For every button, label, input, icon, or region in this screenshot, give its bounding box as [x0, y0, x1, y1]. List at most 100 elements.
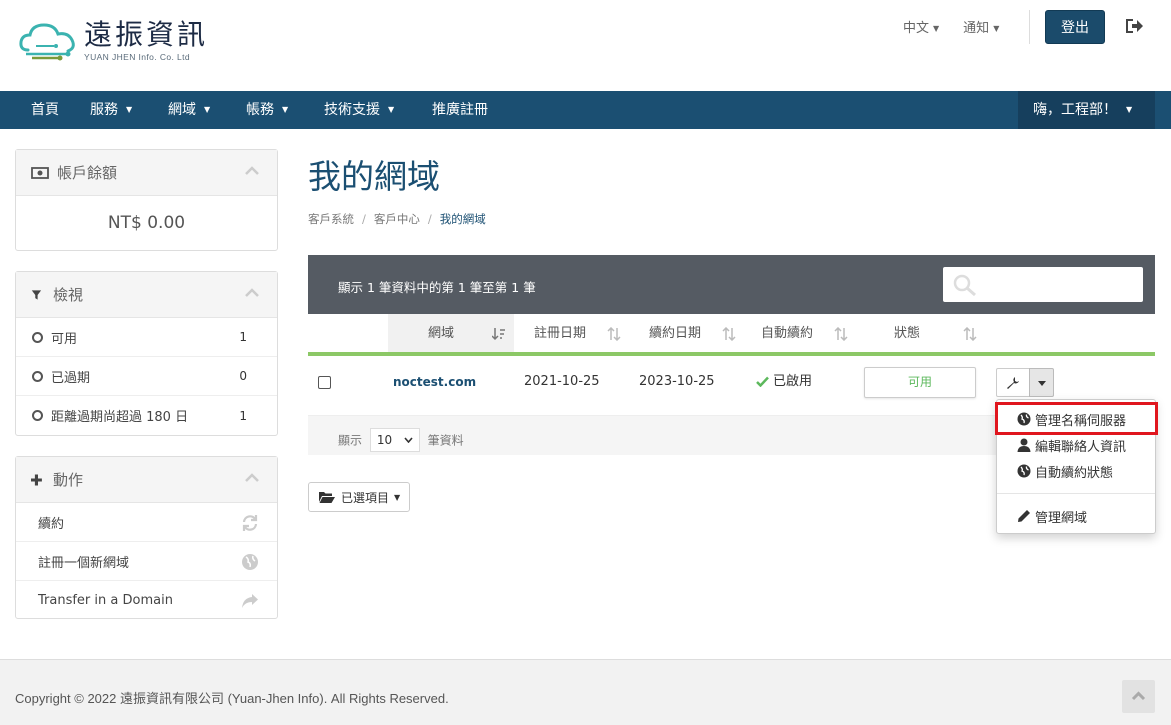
logout-button[interactable]: 登出 — [1045, 10, 1105, 44]
nav-home[interactable]: 首頁 — [31, 91, 59, 129]
nav-domains[interactable]: 網域 ▼ — [168, 91, 210, 129]
sort-icon — [722, 327, 736, 341]
action-label: 註冊一個新網域 — [38, 555, 130, 571]
caret-down-icon: ▼ — [1126, 105, 1133, 114]
nav-affiliates-label: 推廣註冊 — [432, 102, 488, 118]
reg-date-cell: 2021-10-25 — [524, 374, 600, 389]
globe-icon — [242, 554, 258, 570]
globe-icon — [1017, 464, 1031, 478]
menu-item-label: 編輯聯絡人資訊 — [1035, 439, 1127, 455]
nav-services[interactable]: 服務 ▼ — [90, 91, 132, 129]
site-header: 遠振資訊 YUAN JHEN Info. Co. Ltd 中文 ▼ 通知 ▼ 登出 — [0, 0, 1171, 91]
table-info: 顯示 1 筆資料中的第 1 筆至第 1 筆 — [338, 280, 536, 295]
selected-items-button[interactable]: 已選項目 ▼ — [308, 482, 410, 512]
balance-panel-title: 帳戶餘額 — [57, 164, 118, 182]
chevron-down-icon — [404, 437, 413, 443]
nav-support[interactable]: 技術支援 ▼ — [324, 91, 394, 129]
user-menu[interactable]: 嗨，工程部！ ▼ — [1018, 91, 1155, 129]
refresh-icon — [242, 515, 258, 531]
radio-icon — [32, 331, 43, 343]
filter-over-180-days[interactable]: 距離過期尚超過 180 日 1 — [16, 396, 277, 435]
th-domain[interactable]: 網域 — [388, 314, 514, 356]
sign-out-icon[interactable] — [1124, 17, 1144, 35]
logo-name: 遠振資訊 — [84, 18, 209, 51]
action-label: 續約 — [38, 516, 65, 532]
view-panel-header[interactable]: 檢視 — [16, 272, 277, 318]
nav-services-label: 服務 — [90, 102, 118, 118]
chevron-up-icon[interactable] — [245, 288, 259, 298]
breadcrumb-client-area[interactable]: 客戶系統 — [308, 212, 354, 226]
breadcrumb-current: 我的網域 — [439, 212, 486, 226]
nav-billing[interactable]: 帳務 ▼ — [246, 91, 288, 129]
chevron-up-icon — [1131, 691, 1146, 701]
back-to-top-button[interactable] — [1122, 680, 1155, 713]
balance-panel-header[interactable]: 帳戶餘額 — [16, 150, 277, 196]
balance-panel: 帳戶餘額 NT$ 0.00 — [15, 149, 278, 251]
page-length-value: 10 — [376, 433, 393, 447]
caret-down-icon: ▼ — [933, 24, 940, 33]
page-title: 我的網域 — [308, 157, 440, 196]
breadcrumb-client-center[interactable]: 客戶中心 — [374, 212, 420, 226]
caret-down-icon: ▼ — [993, 24, 1000, 33]
plus-icon — [31, 474, 42, 485]
manage-dropdown-toggle[interactable] — [1029, 368, 1054, 397]
folder-open-icon — [319, 492, 335, 503]
th-reg-date[interactable]: 註冊日期 — [514, 314, 629, 356]
view-panel-title: 檢視 — [53, 286, 84, 304]
th-auto-renew-label: 自動續約 — [761, 326, 814, 341]
status-badge: 可用 — [864, 367, 976, 398]
pencil-icon — [1018, 510, 1030, 522]
table-footer: 顯示 10 筆資料 — [308, 416, 998, 455]
domain-cell[interactable]: noctest.com — [393, 356, 476, 416]
sort-icon — [834, 327, 848, 341]
language-label: 中文 — [903, 21, 930, 36]
domain-link[interactable]: noctest.com — [393, 375, 476, 389]
copyright-text: Copyright © 2022 遠振資訊有限公司 (Yuan-Jhen Inf… — [15, 691, 449, 706]
page-length-select[interactable]: 10 — [369, 428, 420, 452]
radio-icon — [32, 410, 43, 421]
th-auto-renew[interactable]: 自動續約 — [744, 314, 856, 356]
page-length-prefix: 顯示 — [338, 433, 363, 448]
menu-edit-contacts[interactable]: 編輯聯絡人資訊 — [997, 432, 1155, 458]
nav-billing-label: 帳務 — [246, 102, 274, 118]
caret-down-icon: ▼ — [388, 105, 395, 114]
language-dropdown[interactable]: 中文 ▼ — [903, 17, 939, 36]
th-status[interactable]: 狀態 — [856, 314, 985, 356]
actions-panel: 動作 續約 註冊一個新網域 Transfer in a Domain — [15, 456, 278, 619]
table-search-input[interactable] — [943, 267, 1143, 302]
manage-tools-button[interactable] — [996, 368, 1030, 397]
menu-item-label: 管理網域 — [1035, 510, 1088, 526]
action-transfer-domain[interactable]: Transfer in a Domain — [16, 581, 277, 620]
filter-expired[interactable]: 已過期 0 — [16, 357, 277, 396]
check-icon — [756, 376, 769, 388]
renew-date-cell: 2023-10-25 — [639, 374, 715, 389]
site-footer: Copyright © 2022 遠振資訊有限公司 (Yuan-Jhen Inf… — [0, 659, 1171, 725]
action-renew[interactable]: 續約 — [16, 503, 277, 542]
search-icon — [953, 274, 976, 296]
row-checkbox[interactable] — [318, 376, 331, 389]
company-logo[interactable]: 遠振資訊 YUAN JHEN Info. Co. Ltd — [18, 20, 208, 62]
th-select — [308, 314, 388, 356]
nav-affiliates[interactable]: 推廣註冊 — [432, 91, 488, 129]
th-reg-date-label: 註冊日期 — [534, 326, 587, 341]
notifications-dropdown[interactable]: 通知 ▼ — [963, 17, 999, 36]
user-icon — [1017, 438, 1031, 452]
caret-down-icon: ▼ — [126, 105, 133, 114]
action-register-domain[interactable]: 註冊一個新網域 — [16, 542, 277, 581]
menu-auto-renew-status[interactable]: 自動續約狀態 — [997, 458, 1155, 484]
action-label: Transfer in a Domain — [38, 593, 173, 608]
chevron-up-icon[interactable] — [245, 166, 259, 176]
caret-down-icon: ▼ — [282, 105, 289, 114]
chevron-up-icon[interactable] — [245, 473, 259, 483]
menu-item-label: 自動續約狀態 — [1035, 465, 1114, 481]
filter-active[interactable]: 可用 1 — [16, 318, 277, 357]
actions-panel-header[interactable]: 動作 — [16, 457, 277, 503]
user-greeting: 嗨，工程部！ — [1033, 102, 1117, 118]
view-panel: 檢視 可用 1 已過期 0 距離過期尚超過 180 日 1 — [15, 271, 278, 436]
nav-domains-label: 網域 — [168, 102, 196, 118]
menu-manage-domain[interactable]: 管理網域 — [997, 503, 1155, 529]
breadcrumb: 客戶系統 / 客戶中心 / 我的網域 — [308, 211, 486, 227]
th-renew-date[interactable]: 續約日期 — [629, 314, 744, 356]
caret-down-icon — [1038, 381, 1046, 386]
breadcrumb-separator: / — [427, 212, 432, 226]
